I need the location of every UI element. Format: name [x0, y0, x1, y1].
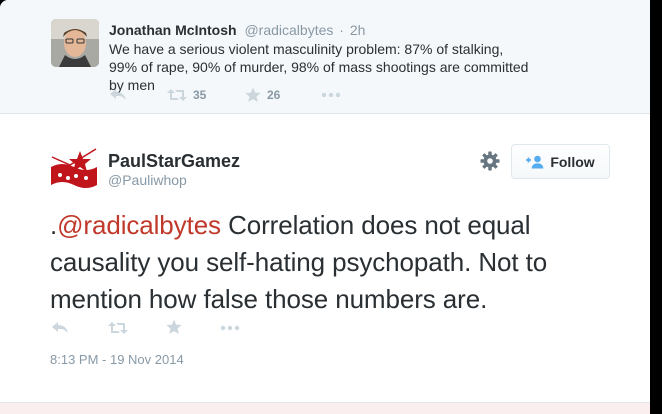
parent-reply-button[interactable] [109, 86, 127, 104]
parent-retweet-count: 35 [193, 88, 207, 102]
follow-button-label: Follow [550, 153, 595, 170]
author-avatar-image [50, 145, 98, 193]
author-avatar[interactable] [50, 145, 98, 193]
favorite-button[interactable] [166, 318, 182, 336]
follow-button[interactable]: Follow [511, 144, 610, 179]
reply-icon [110, 89, 126, 100]
parent-time[interactable]: 2h [350, 22, 366, 38]
retweet-icon [167, 89, 187, 101]
author-name[interactable]: PaulStarGamez [108, 151, 240, 172]
gear-icon [480, 151, 500, 171]
parent-avatar-image [51, 19, 99, 67]
more-icon [321, 92, 341, 98]
tweet-timestamp[interactable]: 8:13 PM - 19 Nov 2014 [50, 352, 184, 367]
retweet-icon [108, 322, 128, 334]
author-handle[interactable]: @Pauliwhop [108, 172, 187, 188]
parent-tweet[interactable]: Jonathan McIntosh @radicalbytes · 2h We … [0, 0, 650, 114]
window-edge [650, 0, 662, 414]
tweet-text: .@radicalbytes Correlation does not equa… [50, 207, 630, 318]
more-icon [220, 325, 240, 331]
star-icon [166, 319, 182, 334]
tweet-card: Jonathan McIntosh @radicalbytes · 2h We … [0, 0, 650, 414]
parent-favorite-count: 26 [267, 88, 281, 102]
parent-more-button[interactable] [321, 86, 341, 104]
parent-avatar[interactable] [51, 19, 99, 67]
parent-author-name[interactable]: Jonathan McIntosh [109, 22, 237, 38]
reply-button[interactable] [51, 319, 69, 337]
mention-link[interactable]: @radicalbytes [57, 210, 221, 240]
more-button[interactable] [220, 319, 240, 337]
user-actions-button[interactable] [479, 150, 501, 172]
parent-retweet-button[interactable]: 35 [167, 86, 206, 104]
reply-icon [52, 322, 68, 333]
add-person-icon [526, 155, 544, 168]
parent-separator: · [339, 22, 344, 38]
parent-favorite-button[interactable]: 26 [245, 86, 280, 104]
retweet-button[interactable] [108, 319, 128, 337]
star-icon [245, 87, 261, 102]
parent-header: Jonathan McIntosh @radicalbytes · 2h [109, 22, 365, 38]
parent-author-handle[interactable]: @radicalbytes [244, 22, 333, 38]
reply-box-strip[interactable] [0, 402, 650, 414]
